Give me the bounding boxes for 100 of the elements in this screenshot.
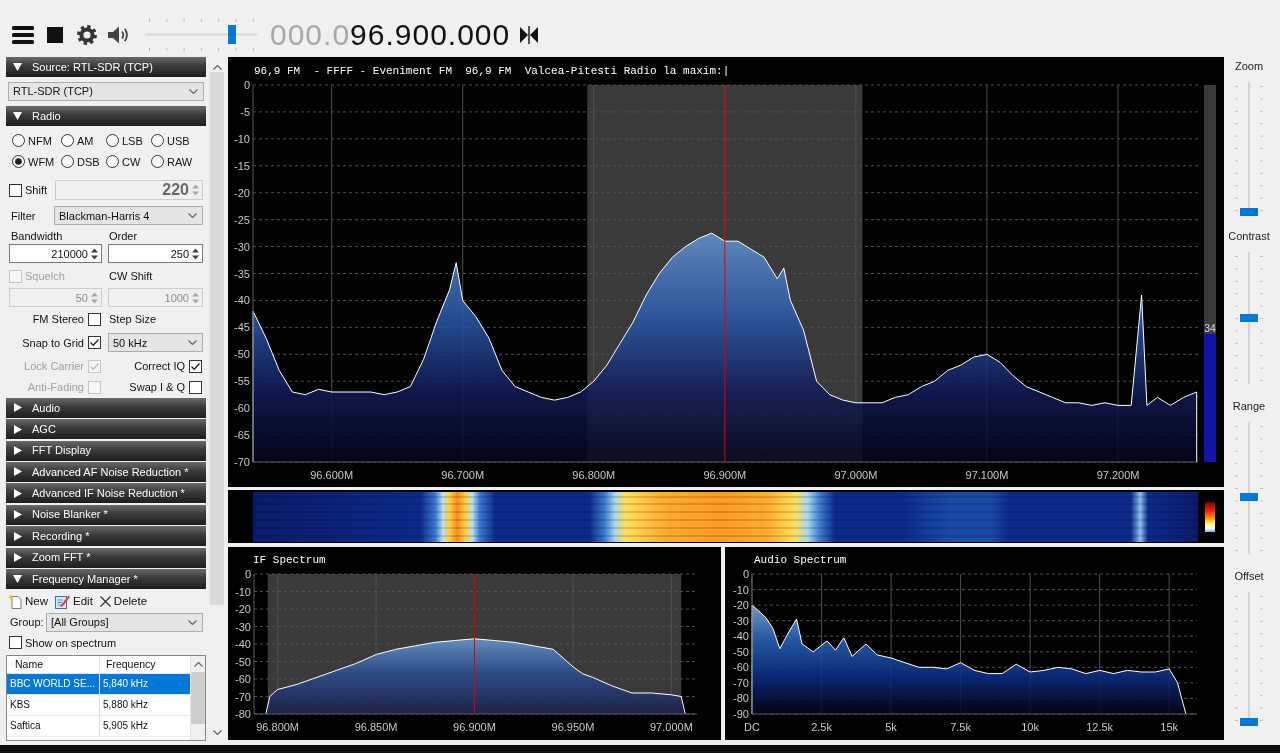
slider-thumb[interactable]	[1240, 718, 1258, 726]
checkbox-label: Lock Carrier	[24, 359, 84, 375]
spinner-arrows-icon[interactable]	[91, 247, 98, 260]
checkbox[interactable]	[9, 636, 22, 650]
chevron-down-icon	[188, 619, 197, 625]
source-dropdown[interactable]: RTL-SDR (TCP)	[8, 82, 204, 101]
triangle-right-icon[interactable]	[14, 488, 22, 498]
axis-label: -80	[235, 708, 251, 720]
panel-header[interactable]: Radio	[6, 106, 206, 127]
table-row[interactable]: Saftica 5,905 kHz	[7, 715, 190, 737]
edit-button[interactable]: Edit	[55, 593, 93, 611]
spinner-arrows-icon[interactable]	[192, 247, 199, 260]
checkbox-label: Snap to Grid	[22, 335, 84, 351]
radio-button[interactable]	[151, 155, 164, 169]
settings-icon[interactable]	[77, 25, 97, 45]
triangle-right-icon[interactable]	[14, 424, 22, 434]
axis-label: -90	[733, 708, 749, 720]
group-dropdown[interactable]: [All Groups]	[46, 612, 203, 632]
axis-label: 97.000M	[650, 721, 693, 733]
scrollbar-thumb[interactable]	[191, 671, 205, 724]
radio-button[interactable]	[61, 155, 74, 169]
volume-slider[interactable]	[145, 19, 257, 51]
panel-header[interactable]: Zoom FFT *	[6, 547, 206, 568]
chevron-up-icon[interactable]	[212, 65, 222, 70]
vertical-slider[interactable]	[1234, 590, 1264, 726]
triangle-right-icon[interactable]	[14, 553, 22, 562]
speaker-icon[interactable]	[108, 25, 130, 45]
checkbox[interactable]	[189, 360, 202, 374]
radio-button[interactable]	[12, 134, 25, 148]
chevron-up-icon[interactable]	[193, 661, 203, 667]
triangle-right-icon[interactable]	[14, 531, 22, 541]
axis-label: 0	[742, 568, 749, 580]
slider-thumb[interactable]	[1240, 492, 1258, 501]
panel-header[interactable]: Recording *	[6, 526, 206, 547]
vertical-slider[interactable]	[1234, 80, 1264, 216]
radio-label: WFM	[28, 154, 55, 170]
shift-field[interactable]: 220	[55, 180, 203, 201]
panel-header[interactable]: FFT Display	[6, 440, 206, 461]
slider-thumb[interactable]	[228, 25, 237, 44]
triangle-right-icon[interactable]	[14, 403, 22, 413]
radio-button[interactable]	[12, 155, 25, 169]
checkbox[interactable]	[88, 336, 101, 350]
bowtie-icon[interactable]	[520, 26, 539, 44]
table-row[interactable]: BBC WORLD SE... 5,840 kHz	[7, 673, 190, 695]
radio-button[interactable]	[151, 134, 164, 148]
triangle-right-icon[interactable]	[14, 467, 22, 477]
slider-thumb[interactable]	[1240, 208, 1258, 216]
column-header[interactable]: Name	[7, 655, 100, 673]
panel-header[interactable]: Source: RTL-SDR (TCP)	[6, 57, 206, 77]
x-mark-icon[interactable]	[99, 596, 111, 608]
checkbox[interactable]	[9, 183, 22, 197]
axis-label: -50	[733, 645, 749, 658]
panel-header[interactable]: Noise Blanker *	[6, 504, 206, 525]
radio-label: AM	[77, 133, 94, 149]
chevron-down-icon	[188, 213, 197, 219]
checkbox-label: FM Stereo	[32, 312, 84, 328]
checkbox[interactable]	[189, 381, 202, 395]
radio-button[interactable]	[61, 134, 74, 148]
radio-button[interactable]	[106, 134, 119, 148]
scrollbar[interactable]	[190, 655, 205, 740]
delete-button[interactable]: Delete	[99, 593, 148, 611]
checkbox-label: Show on spectrum	[25, 635, 117, 651]
axis-label: 96.950M	[551, 721, 595, 733]
checkbox-label: Anti-Fading	[27, 380, 84, 396]
axis-label: -65	[234, 429, 250, 442]
panel-title: IF Spectrum	[253, 553, 326, 567]
field-label: Step Size	[109, 312, 157, 328]
panel-header[interactable]: Advanced AF Noise Reduction *	[6, 461, 206, 482]
table-cell-text: 5,880 kHz	[102, 698, 150, 713]
triangle-right-icon[interactable]	[14, 446, 22, 456]
axis-label: 96.800M	[572, 469, 616, 481]
chevron-down-icon	[212, 730, 222, 735]
color-scale-icon	[1205, 501, 1215, 532]
edit-document-icon[interactable]	[55, 594, 70, 610]
new-document-icon[interactable]	[8, 594, 22, 610]
step-size-dropdown[interactable]: 50 kHz	[108, 333, 203, 353]
checkbox[interactable]	[88, 313, 101, 327]
frequency-readout[interactable]: 96.900.000	[350, 18, 511, 52]
filter-dropdown[interactable]: Blackman-Harris 4	[54, 206, 203, 226]
vertical-slider[interactable]	[1234, 250, 1264, 386]
triangle-down-icon[interactable]	[13, 574, 22, 583]
axis-label: -70	[733, 676, 749, 689]
triangle-right-icon[interactable]	[14, 510, 22, 520]
triangle-down-icon[interactable]	[13, 63, 22, 71]
menu-icon[interactable]	[12, 26, 34, 44]
vertical-slider[interactable]	[1234, 420, 1264, 556]
radio-button[interactable]	[106, 155, 119, 169]
new-button[interactable]: New	[8, 593, 48, 611]
slider-thumb[interactable]	[1240, 314, 1258, 322]
table-row[interactable]: KBS 5,880 kHz	[7, 694, 190, 716]
bandwidth-field[interactable]: 210000	[9, 244, 102, 264]
axis-label: -10	[234, 132, 250, 145]
axis-label: 10k	[1021, 721, 1039, 733]
axis-label: 96.900M	[703, 469, 747, 481]
panel-header[interactable]: Frequency Manager *	[6, 568, 206, 589]
triangle-down-icon[interactable]	[13, 112, 22, 121]
column-header[interactable]: Frequency	[100, 655, 190, 673]
order-field[interactable]: 250	[108, 244, 203, 264]
panel-header[interactable]: Advanced IF Noise Reduction *	[6, 483, 206, 504]
panel-header[interactable]: AGC	[6, 419, 206, 440]
